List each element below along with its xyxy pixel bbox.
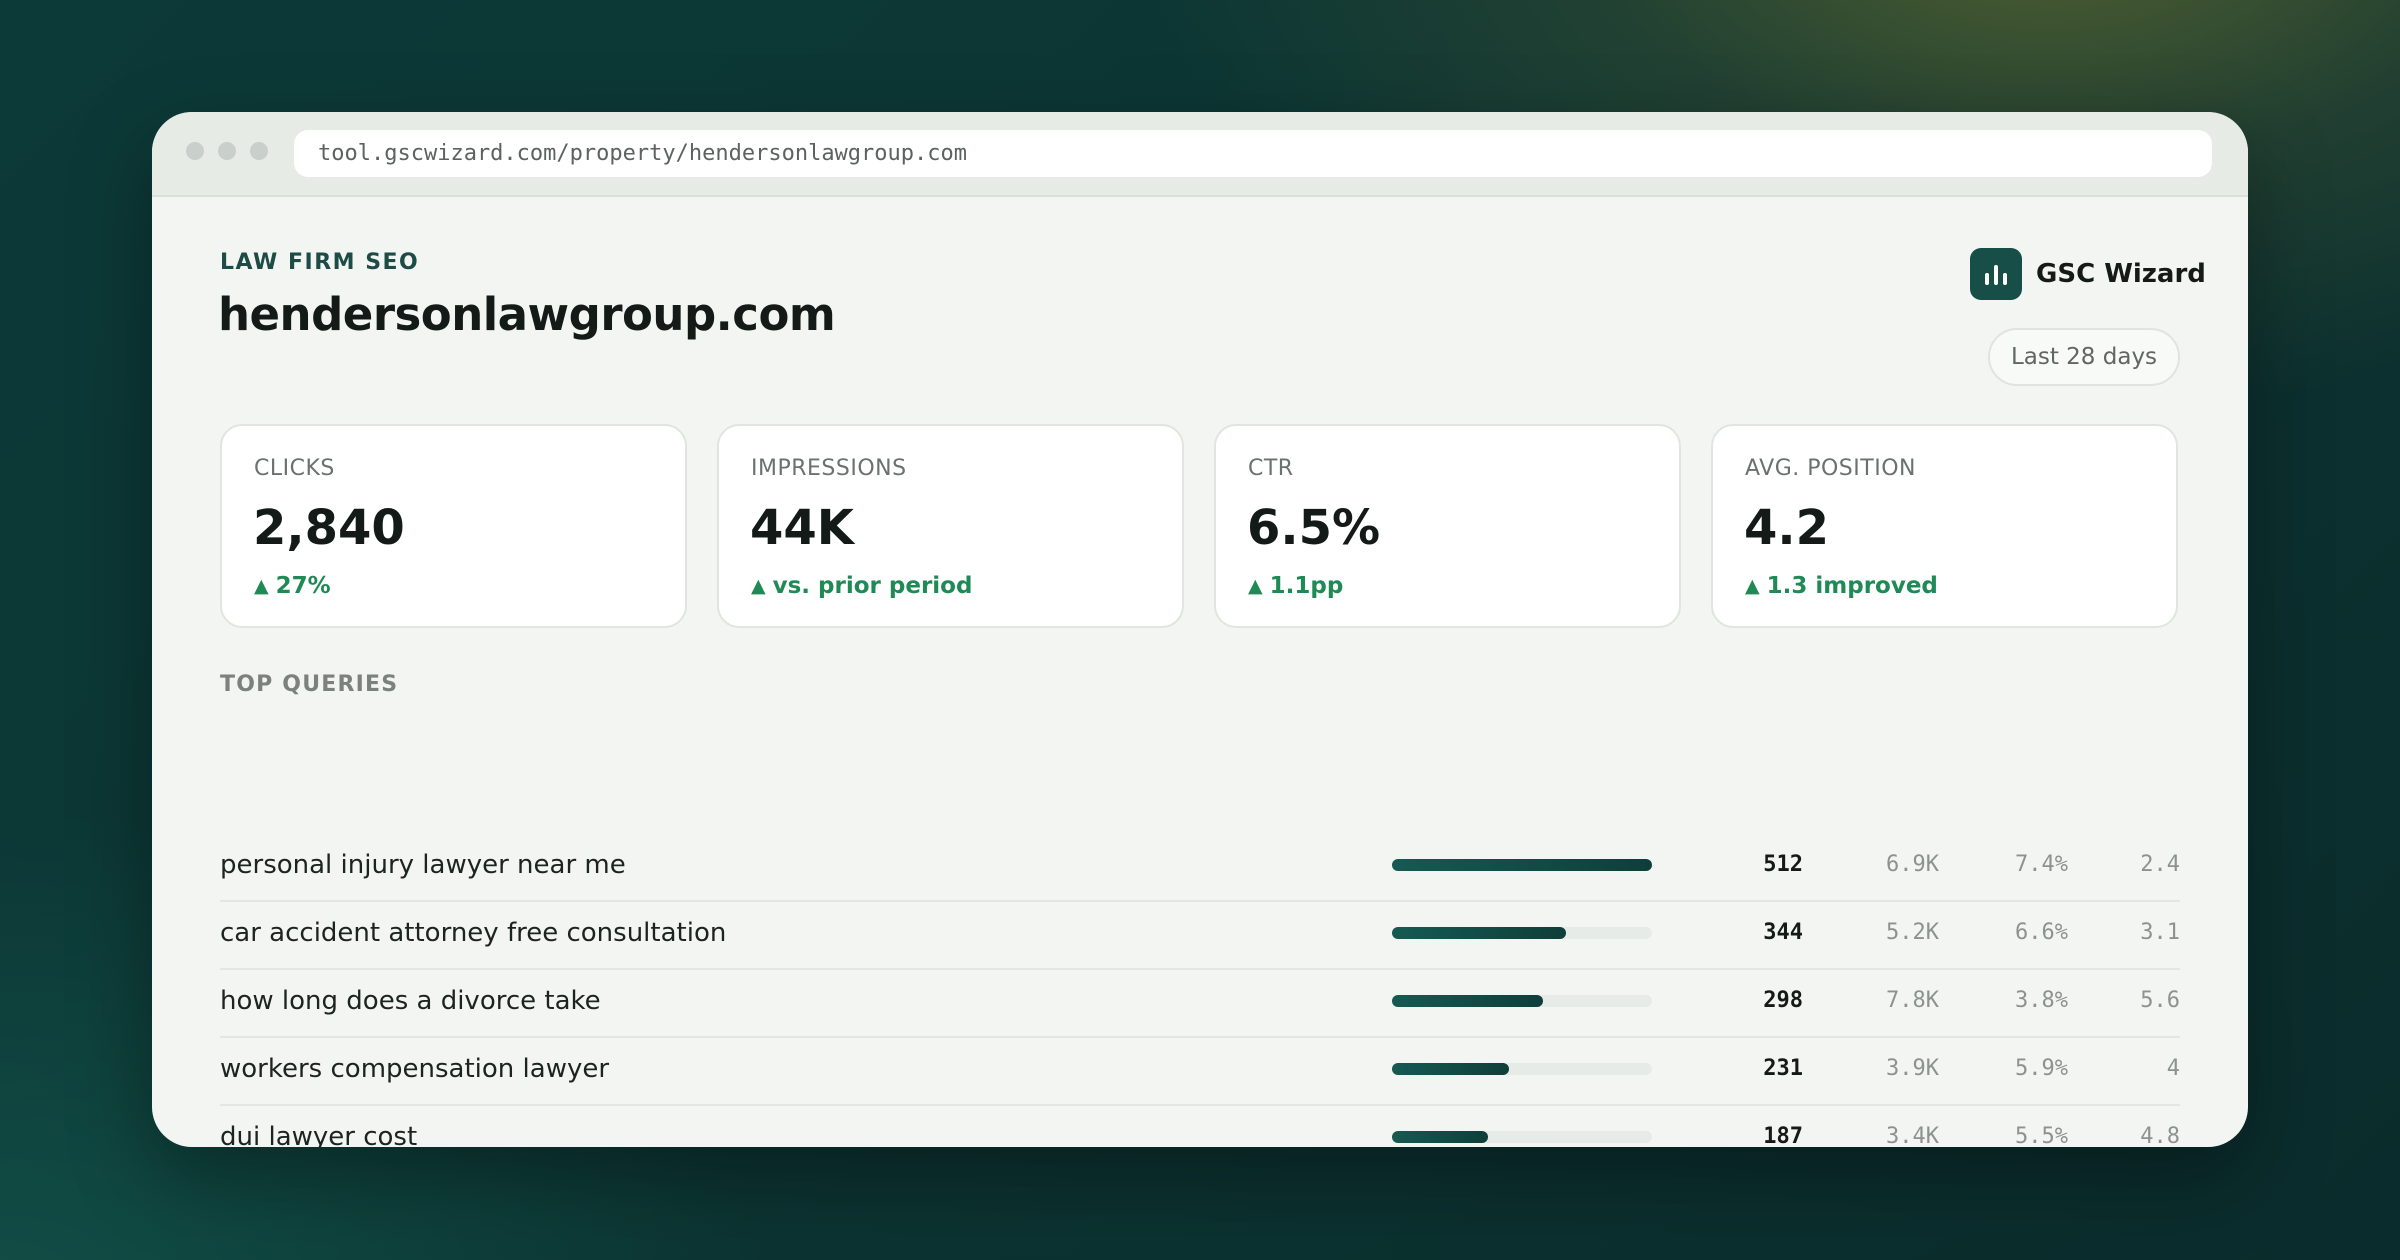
page-eyebrow: LAW FIRM SEO: [220, 250, 420, 275]
query-impressions: 6.9K: [1886, 852, 1939, 877]
up-triangle-icon: ▲: [751, 575, 766, 597]
query-row[interactable]: car accident attorney free consultation 3…: [220, 900, 2180, 970]
query-position: 3.1: [2140, 920, 2180, 945]
window-close-dot[interactable]: [186, 142, 204, 160]
query-impressions: 7.8K: [1886, 988, 1939, 1013]
query-clicks-bar-fill: [1392, 1063, 1509, 1075]
query-ctr: 3.8%: [2015, 988, 2068, 1013]
metric-card-impressions: IMPRESSIONS 44K ▲ vs. prior period: [717, 424, 1184, 628]
window-minimize-dot[interactable]: [218, 142, 236, 160]
query-text: how long does a divorce take: [220, 986, 601, 1016]
up-triangle-icon: ▲: [1248, 575, 1263, 597]
query-clicks-bar-fill: [1392, 995, 1543, 1007]
query-clicks-bar-fill: [1392, 927, 1566, 939]
metric-delta-text: vs. prior period: [772, 573, 973, 599]
query-text: workers compensation lawyer: [220, 1054, 610, 1084]
query-position: 5.6: [2140, 988, 2180, 1013]
query-row[interactable]: workers compensation lawyer 231 3.9K 5.9% 4: [220, 1036, 2180, 1106]
metric-delta-text: 1.3 improved: [1766, 573, 1938, 599]
browser-window: tool.gscwizard.com/property/hendersonlaw…: [152, 112, 2248, 1147]
metric-delta: ▲ 1.1pp: [1248, 573, 1343, 599]
query-impressions: 3.9K: [1886, 1056, 1939, 1081]
metric-card-ctr: CTR 6.5% ▲ 1.1pp: [1214, 424, 1681, 628]
metric-card-avg-position: AVG. POSITION 4.2 ▲ 1.3 improved: [1711, 424, 2178, 628]
query-impressions: 5.2K: [1886, 920, 1939, 945]
query-ctr: 6.6%: [2015, 920, 2068, 945]
up-triangle-icon: ▲: [254, 575, 269, 597]
query-text: car accident attorney free consultation: [220, 918, 727, 948]
query-clicks-bar: [1392, 927, 1652, 939]
window-maximize-dot[interactable]: [250, 142, 268, 160]
metric-delta-text: 27%: [275, 573, 331, 599]
metric-card-clicks: CLICKS 2,840 ▲ 27%: [220, 424, 687, 628]
query-position: 4: [2166, 1056, 2180, 1081]
page-title: hendersonlawgroup.com: [218, 288, 836, 341]
address-bar[interactable]: tool.gscwizard.com/property/hendersonlaw…: [294, 130, 2212, 177]
query-ctr: 7.4%: [2015, 852, 2068, 877]
metric-value: 2,840: [253, 500, 405, 556]
query-clicks: 298: [1763, 988, 1803, 1013]
metric-label: AVG. POSITION: [1745, 456, 1916, 481]
query-position: 4.8: [2140, 1124, 2180, 1147]
metric-delta: ▲ 1.3 improved: [1745, 573, 1938, 599]
metric-delta: ▲ vs. prior period: [751, 573, 972, 599]
query-row[interactable]: dui lawyer cost 187 3.4K 5.5% 4.8: [220, 1104, 2180, 1147]
query-text: personal injury lawyer near me: [220, 850, 626, 880]
top-queries-heading: TOP QUERIES: [220, 672, 399, 697]
query-clicks-bar-fill: [1392, 859, 1652, 871]
query-ctr: 5.9%: [2015, 1056, 2068, 1081]
query-clicks-bar: [1392, 995, 1652, 1007]
metric-label: CLICKS: [254, 456, 335, 481]
brand-name: GSC Wizard: [2036, 259, 2206, 289]
query-position: 2.4: [2140, 852, 2180, 877]
query-clicks-bar: [1392, 1063, 1652, 1075]
metric-value: 6.5%: [1247, 500, 1381, 556]
metric-value: 44K: [750, 500, 854, 556]
metric-delta: ▲ 27%: [254, 573, 331, 599]
query-clicks: 344: [1763, 920, 1803, 945]
query-text: dui lawyer cost: [220, 1122, 418, 1147]
bar-chart-icon: [1970, 248, 2022, 300]
browser-titlebar: tool.gscwizard.com/property/hendersonlaw…: [152, 112, 2248, 197]
query-clicks: 512: [1763, 852, 1803, 877]
query-clicks: 231: [1763, 1056, 1803, 1081]
metric-label: IMPRESSIONS: [751, 456, 907, 481]
date-range-button[interactable]: Last 28 days: [1988, 328, 2180, 386]
query-clicks-bar: [1392, 1131, 1652, 1143]
query-clicks-bar-fill: [1392, 1131, 1488, 1143]
up-triangle-icon: ▲: [1745, 575, 1760, 597]
query-clicks: 187: [1763, 1124, 1803, 1147]
query-ctr: 5.5%: [2015, 1124, 2068, 1147]
query-impressions: 3.4K: [1886, 1124, 1939, 1147]
query-row[interactable]: how long does a divorce take 298 7.8K 3.8% 5…: [220, 968, 2180, 1038]
query-clicks-bar: [1392, 859, 1652, 871]
metric-delta-text: 1.1pp: [1269, 573, 1344, 599]
query-row[interactable]: personal injury lawyer near me 512 6.9K 7.4…: [220, 832, 2180, 902]
metric-label: CTR: [1248, 456, 1294, 481]
metric-value: 4.2: [1744, 500, 1830, 556]
